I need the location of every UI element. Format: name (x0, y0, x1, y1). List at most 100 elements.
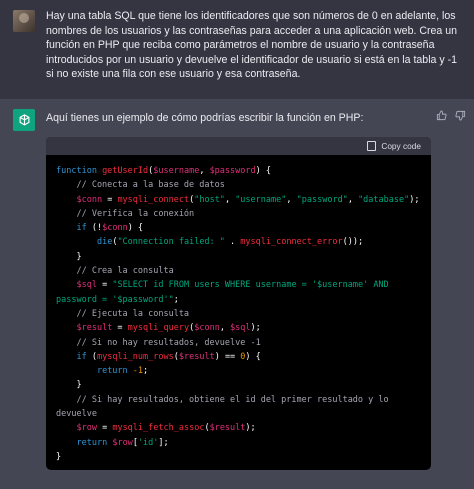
code-token: . (224, 237, 241, 248)
code-token: devuelve (56, 409, 97, 420)
code-token: function (56, 166, 103, 176)
assistant-message-row: Aquí tienes un ejemplo de cómo podrías e… (0, 99, 474, 489)
code-token: return (76, 437, 108, 448)
code-token: $conn (102, 223, 128, 234)
code-token: "database" (358, 194, 410, 205)
code-token: $sql (76, 280, 97, 291)
code-token: if (76, 223, 87, 234)
code-line: die("Connection failed: " . mysqli_conne… (56, 235, 421, 249)
code-block-header: Copy code (46, 137, 431, 155)
code-line: $conn = mysqli_connect("host", "username… (56, 193, 421, 207)
code-token: die (96, 237, 113, 248)
code-token: // Si no hay resultados, devuelve -1 (56, 337, 261, 348)
code-content: function getUserId ( $username, $password)… (46, 155, 431, 464)
code-token: 'id' (137, 437, 159, 448)
code-token: // Verifica la conexión (56, 208, 195, 219)
code-token: mysqli_connect_error (240, 237, 343, 248)
code-token: $row (76, 423, 97, 434)
code-line: } (56, 450, 421, 464)
user-message-row: Hay una tabla SQL que tiene los identifi… (0, 0, 474, 99)
code-token: } (56, 251, 82, 262)
code-token: // Si hay resultados, obtiene el id del … (56, 394, 389, 405)
code-token: ]; (158, 437, 169, 448)
code-token: ) { (127, 223, 144, 234)
code-token: // Ejecuta la consulta (56, 308, 190, 319)
assistant-intro-text: Aquí tienes un ejemplo de cómo podrías e… (46, 112, 364, 124)
code-line: function getUserId($username, $password)… (56, 164, 421, 178)
code-token: ; (143, 366, 149, 377)
code-token: $result (178, 351, 215, 362)
code-token: ()); (342, 237, 364, 248)
code-line: $result = mysqli_query($conn, $sql); (56, 321, 421, 335)
code-line: if (mysqli_num_rows($result) == 0) { (56, 350, 421, 364)
code-line: // Verifica la conexión (56, 207, 421, 221)
code-token: = (102, 194, 118, 205)
code-token: password = '$password'" (56, 294, 174, 305)
openai-logo-icon (13, 109, 35, 131)
code-line: $sql = "SELECT id FROM users WHERE usern… (56, 278, 421, 292)
code-block: Copy code function getUserId($username, … (46, 137, 431, 470)
clipboard-icon[interactable] (367, 141, 377, 151)
code-line: // Si no hay resultados, devuelve -1 (56, 336, 421, 350)
code-token: , (199, 166, 210, 176)
code-token: = (96, 280, 113, 291)
thumbs-up-icon[interactable] (436, 110, 447, 125)
code-token: $result (209, 423, 246, 434)
code-token: ( (86, 351, 97, 362)
code-token: , (347, 194, 359, 205)
code-line: $row = mysqli_fetch_assoc($result); (56, 421, 421, 435)
code-line: if (!$conn) { (56, 221, 421, 235)
code-token: ) { (255, 166, 271, 176)
code-token: ) { (245, 351, 261, 362)
thumbs-down-icon[interactable] (455, 110, 466, 125)
code-token: "username" (235, 194, 287, 205)
code-token: ); (245, 423, 256, 434)
code-token: } (56, 451, 62, 462)
code-line: } (56, 250, 421, 264)
code-token: , (286, 194, 297, 205)
code-token: mysqli_query (127, 323, 190, 334)
code-token: ; (173, 294, 179, 305)
code-line: // Crea la consulta (56, 264, 421, 278)
code-token: ); (250, 323, 261, 334)
code-token: "Connection failed: " (117, 237, 225, 248)
code-token: , (219, 323, 231, 334)
code-token: $password (209, 166, 256, 176)
code-token: } (56, 380, 82, 391)
copy-code-button[interactable]: Copy code (381, 141, 421, 151)
code-token: $conn (76, 194, 103, 205)
code-line: } (56, 378, 421, 392)
code-token: $result (76, 323, 113, 334)
code-token: (! (86, 223, 103, 234)
code-token: getUserId (102, 166, 149, 176)
code-line: // Si hay resultados, obtiene el id del … (56, 393, 421, 407)
code-line: // Ejecuta la consulta (56, 307, 421, 321)
code-token: return (96, 366, 128, 377)
code-line: return -1; (56, 364, 421, 378)
feedback-icons (436, 110, 466, 125)
code-token: = (96, 423, 113, 434)
code-token: mysqli_connect (117, 194, 190, 205)
code-token: mysqli_num_rows (96, 351, 174, 362)
code-token: // Crea la consulta (56, 266, 174, 277)
code-token: $row (112, 437, 133, 448)
code-token: -1 (132, 366, 144, 377)
code-line: devuelve (56, 407, 421, 421)
code-line: // Conecta a la base de datos (56, 178, 421, 192)
code-token: "host" (194, 194, 225, 205)
code-token: "password" (296, 194, 348, 205)
code-token: $username (153, 166, 200, 176)
code-token: mysqli_fetch_assoc (112, 423, 205, 434)
code-token: // Conecta a la base de datos (56, 180, 225, 191)
code-line: return $row['id']; (56, 436, 421, 450)
code-token: ); (409, 194, 420, 205)
code-token: = (112, 323, 128, 334)
code-token: $conn (194, 323, 220, 334)
